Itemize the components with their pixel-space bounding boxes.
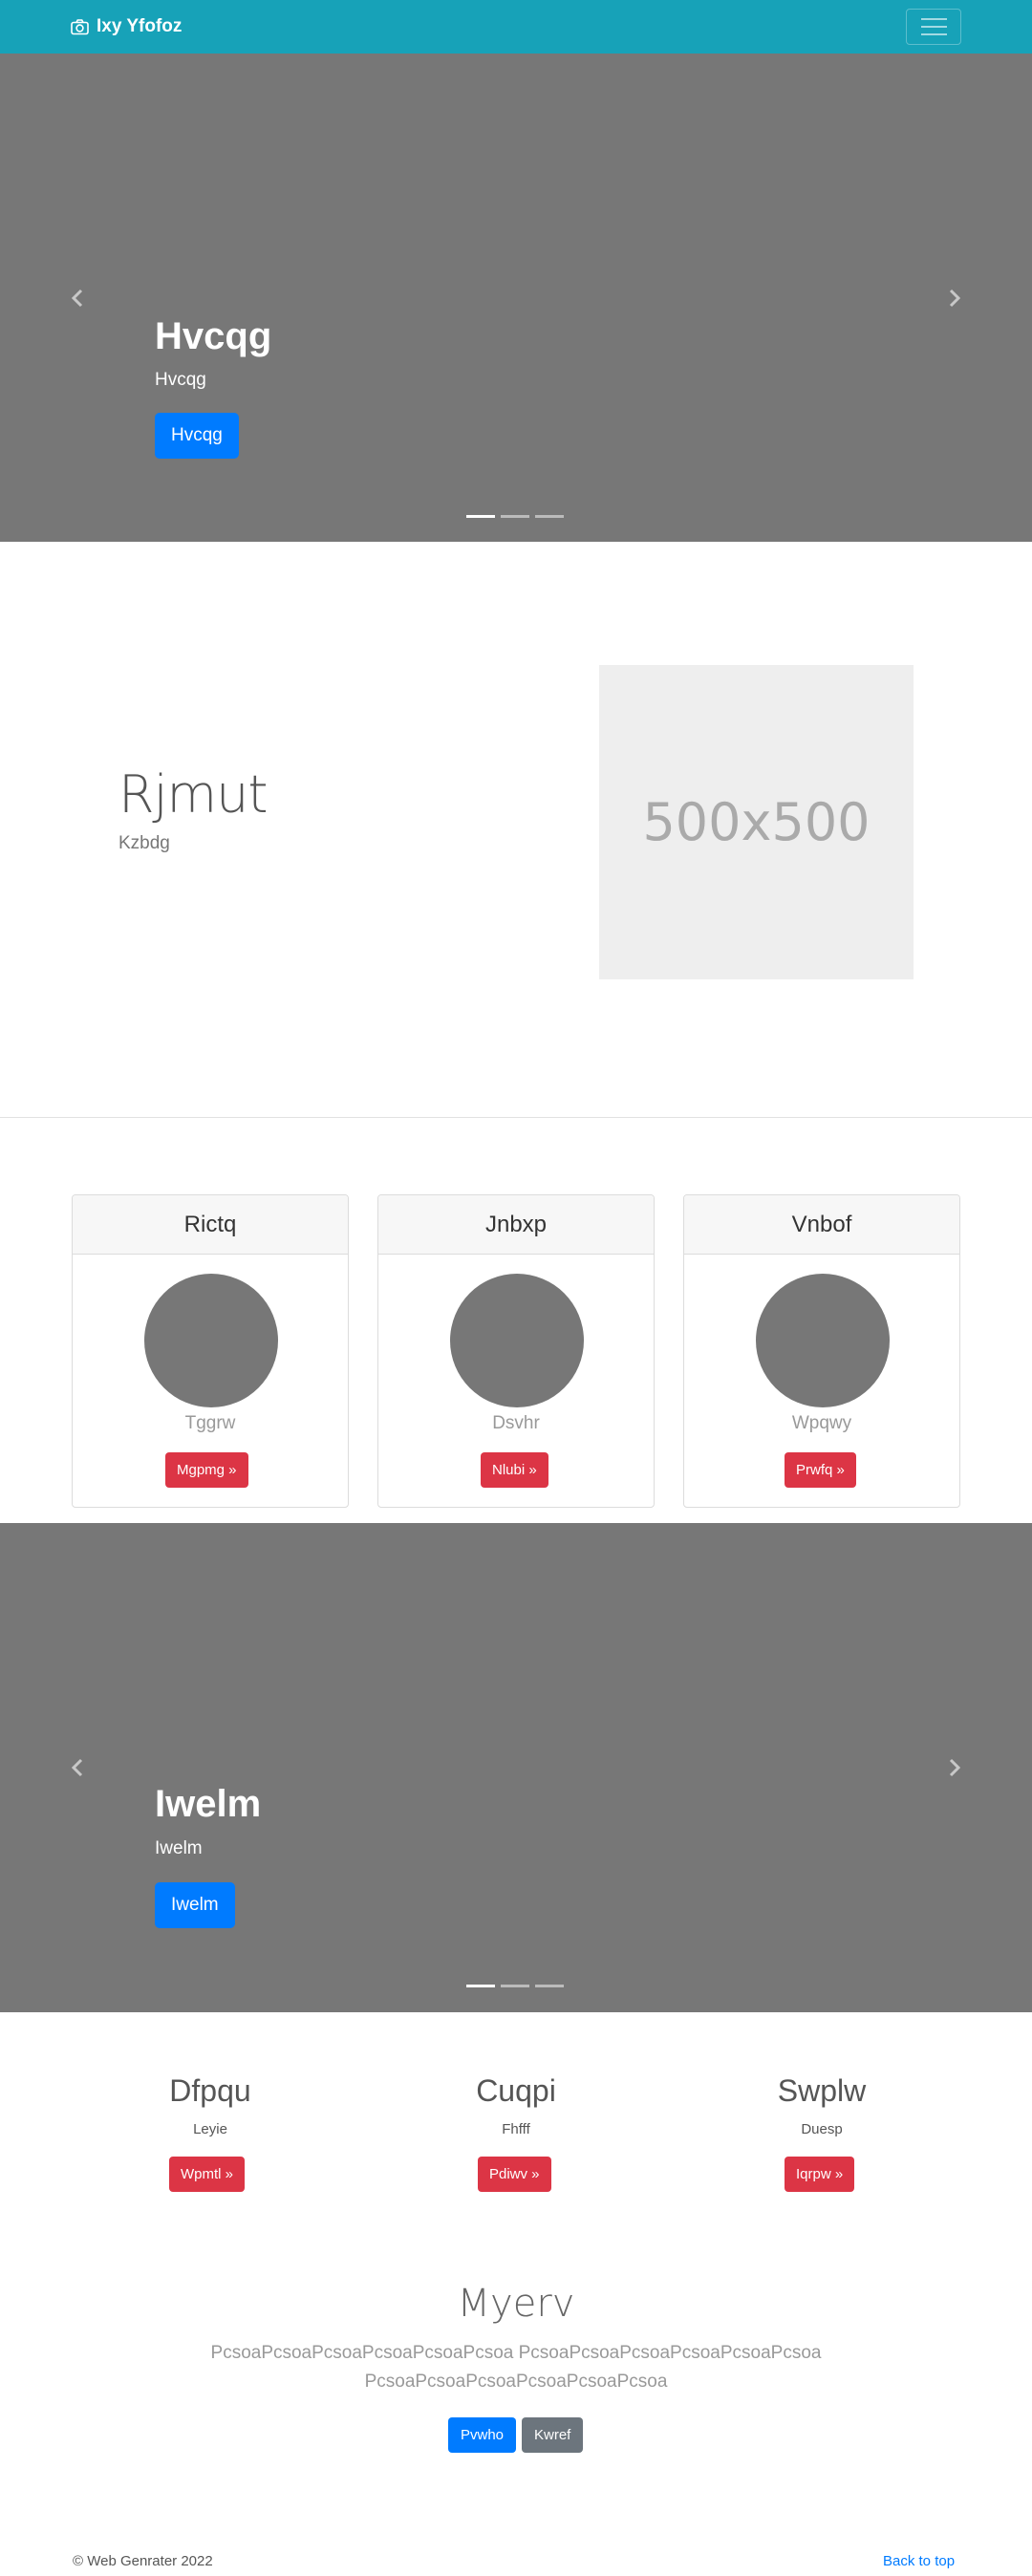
camera-icon <box>71 18 89 34</box>
carousel-indicator-1[interactable] <box>466 515 495 518</box>
card-button[interactable]: Nlubi » <box>481 1452 548 1488</box>
navbar-toggler-button[interactable] <box>906 9 961 45</box>
primary-button[interactable]: Pvwho <box>448 2417 517 2453</box>
carousel-subtitle: Iwelm <box>155 1838 203 1858</box>
carousel-cta-button[interactable]: Iwelm <box>155 1882 235 1928</box>
hamburger-icon-line <box>920 33 947 35</box>
secondary-button[interactable]: Kwref <box>522 2417 584 2453</box>
card-button[interactable]: Mgpmg » <box>165 1452 248 1488</box>
navbar-brand[interactable]: Ixy Yfofoz <box>71 14 182 39</box>
card-subtitle: Tggrw <box>184 1413 236 1433</box>
back-to-top-link[interactable]: Back to top <box>883 2553 955 2569</box>
chevron-right-icon <box>949 1758 961 1777</box>
column-title: Swplw <box>777 2073 867 2108</box>
chevron-left-icon <box>71 289 83 308</box>
navbar: Ixy Yfofoz <box>0 0 1032 54</box>
card-button[interactable]: Prwfq » <box>785 1452 856 1488</box>
card-avatar <box>450 1274 584 1407</box>
hero-title: Hvcqg <box>155 315 272 357</box>
carousel-next-button[interactable] <box>940 1753 969 1782</box>
carousel-indicator-2[interactable] <box>501 1985 529 1987</box>
jumbotron-title: Myerv <box>457 2282 575 2326</box>
hero-subtitle: Hvcqg <box>155 370 206 390</box>
carousel-indicator-3[interactable] <box>535 1985 564 1987</box>
card-header: Rictq <box>73 1195 348 1255</box>
column-subtitle: Duesp <box>801 2121 843 2137</box>
card-subtitle: Wpqwy <box>791 1413 852 1433</box>
column-button[interactable]: Wpmtl » <box>169 2157 246 2192</box>
carousel-indicators <box>466 515 564 518</box>
placeholder-image: 500x500 <box>599 665 914 979</box>
feature-title: Rjmut <box>118 764 269 825</box>
brand-label: Ixy Yfofoz <box>97 16 183 36</box>
feature-subtitle: Kzbdg <box>118 833 170 853</box>
hero-carousel: Hvcqg Hvcqg Hvcqg <box>0 54 1032 542</box>
card-header: Vnbof <box>684 1195 959 1255</box>
carousel-indicators <box>466 1985 564 1987</box>
column-subtitle: Fhfff <box>502 2121 530 2137</box>
hamburger-icon <box>920 18 947 20</box>
card: Jnbxp Dsvhr Nlubi » <box>377 1194 655 1508</box>
carousel-title: Iwelm <box>155 1783 262 1825</box>
column-title: Dfpqu <box>169 2073 251 2108</box>
card-subtitle: Dsvhr <box>492 1413 540 1433</box>
card-avatar <box>756 1274 890 1407</box>
carousel-prev-button[interactable] <box>63 284 92 312</box>
hamburger-icon-line <box>920 26 947 28</box>
placeholder-label: 500x500 <box>642 792 871 852</box>
column-subtitle: Leyie <box>193 2121 227 2137</box>
carousel-indicator-3[interactable] <box>535 515 564 518</box>
carousel-indicator-2[interactable] <box>501 515 529 518</box>
carousel-prev-button[interactable] <box>63 1753 92 1782</box>
jumbotron-text: PcsoaPcsoaPcsoaPcsoaPcsoaPcsoa PcsoaPcso… <box>210 2343 822 2392</box>
carousel-next-button[interactable] <box>940 284 969 312</box>
column-title: Cuqpi <box>476 2073 556 2108</box>
carousel-indicator-1[interactable] <box>466 1985 495 1987</box>
hero-cta-button[interactable]: Hvcqg <box>155 413 239 459</box>
secondary-carousel: Iwelm Iwelm Iwelm <box>0 1523 1032 2012</box>
section-divider <box>0 1117 1032 1118</box>
column-button[interactable]: Pdiwv » <box>478 2157 551 2192</box>
card: Rictq Tggrw Mgpmg » <box>72 1194 349 1508</box>
card: Vnbof Wpqwy Prwfq » <box>683 1194 960 1508</box>
footer-copyright: © Web Genrater 2022 <box>73 2553 213 2569</box>
chevron-right-icon <box>949 289 961 308</box>
column-button[interactable]: Iqrpw » <box>785 2157 855 2192</box>
card-avatar <box>144 1274 278 1407</box>
card-header: Jnbxp <box>378 1195 654 1255</box>
chevron-left-icon <box>71 1758 83 1777</box>
